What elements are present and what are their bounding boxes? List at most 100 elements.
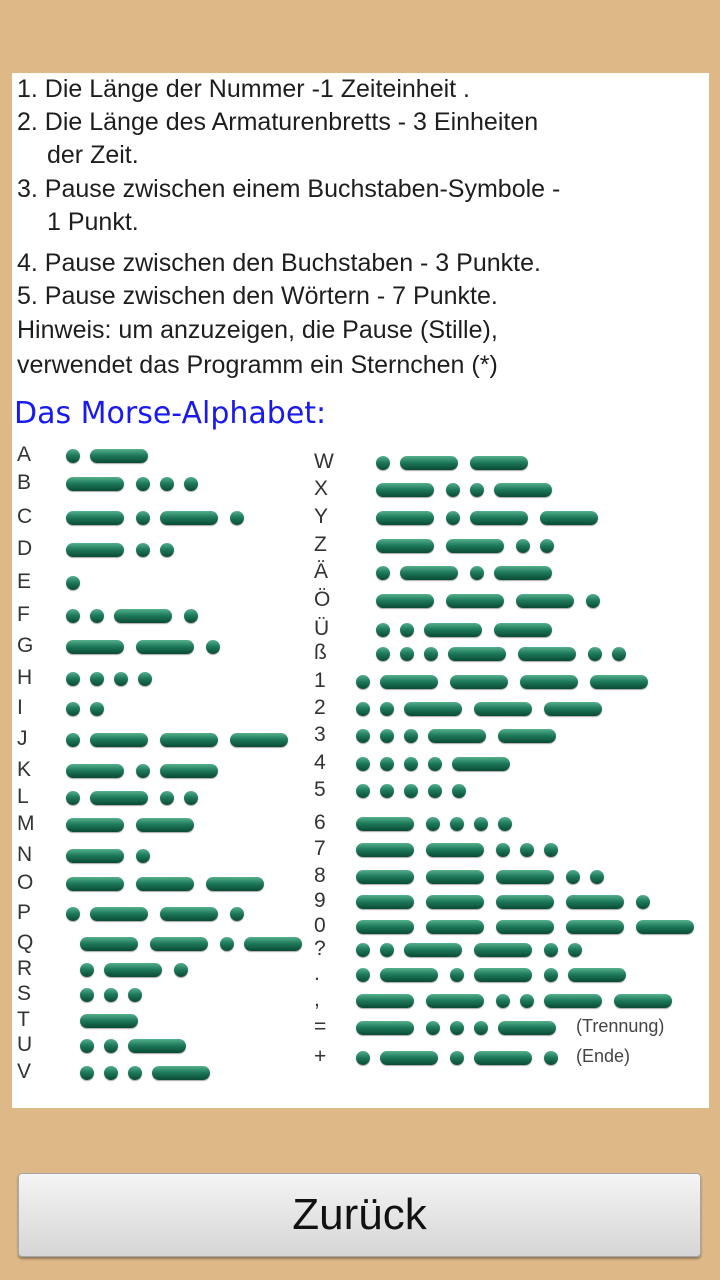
morse-dash	[446, 594, 504, 608]
morse-dot	[220, 937, 234, 951]
morse-dash	[516, 594, 574, 608]
morse-dot	[520, 843, 534, 857]
morse-char: H	[17, 666, 33, 689]
morse-char: 6	[314, 811, 326, 834]
morse-char: A	[17, 443, 32, 466]
morse-dash	[160, 733, 218, 747]
morse-dot	[452, 784, 466, 798]
morse-dash	[206, 877, 264, 891]
morse-dot	[496, 994, 510, 1008]
morse-dot	[450, 968, 464, 982]
morse-dot	[380, 757, 394, 771]
morse-dot	[184, 609, 198, 623]
morse-dot	[450, 1021, 464, 1035]
morse-dot	[544, 1051, 558, 1065]
morse-char: T	[17, 1008, 30, 1031]
morse-char: =	[314, 1015, 327, 1038]
morse-char: F	[17, 603, 30, 626]
morse-dash	[614, 994, 672, 1008]
morse-dash	[448, 647, 506, 661]
morse-dot	[470, 566, 484, 580]
morse-dot	[568, 943, 582, 957]
morse-char: 4	[314, 751, 326, 774]
morse-dash	[590, 675, 648, 689]
morse-dot	[80, 1066, 94, 1080]
morse-dot	[400, 623, 414, 637]
morse-dot	[446, 483, 460, 497]
morse-char: .	[314, 962, 320, 985]
morse-dash	[496, 920, 554, 934]
morse-dot	[66, 733, 80, 747]
morse-dot	[356, 784, 370, 798]
morse-dot	[376, 623, 390, 637]
morse-dash	[152, 1066, 210, 1080]
rule-line: Hinweis: um anzuzeigen, die Pause (Still…	[17, 316, 498, 344]
morse-dot	[428, 784, 442, 798]
morse-dot	[450, 817, 464, 831]
morse-dot	[66, 791, 80, 805]
morse-char: G	[17, 634, 34, 657]
morse-dot	[90, 609, 104, 623]
morse-char: E	[17, 570, 32, 593]
morse-note: (Trennung)	[576, 1016, 665, 1036]
morse-dash	[356, 870, 414, 884]
morse-dash	[90, 907, 148, 921]
morse-dash	[426, 994, 484, 1008]
rule-line: 2. Die Länge des Armaturenbretts - 3 Ein…	[17, 108, 539, 136]
morse-char: C	[17, 505, 33, 528]
morse-char: W	[314, 450, 334, 473]
morse-dot	[588, 647, 602, 661]
morse-dot	[544, 968, 558, 982]
morse-dot	[544, 843, 558, 857]
morse-dash	[494, 623, 552, 637]
morse-dash	[80, 1014, 138, 1028]
morse-dot	[380, 784, 394, 798]
morse-dot	[206, 640, 220, 654]
morse-dot	[114, 672, 128, 686]
morse-dot	[446, 511, 460, 525]
morse-dash	[494, 566, 552, 580]
back-button[interactable]: Zurück	[18, 1173, 701, 1257]
morse-dash	[380, 1051, 438, 1065]
morse-char: 0	[314, 914, 326, 937]
morse-dot	[376, 647, 390, 661]
morse-dash	[452, 757, 510, 771]
morse-dot	[474, 817, 488, 831]
morse-dot	[160, 543, 174, 557]
morse-dot	[104, 988, 118, 1002]
morse-dash	[90, 733, 148, 747]
morse-char: D	[17, 537, 33, 560]
morse-dash	[160, 764, 218, 778]
morse-char: L	[17, 785, 29, 808]
morse-dash	[498, 729, 556, 743]
rule-line: 1. Die Länge der Nummer -1 Zeiteinheit .	[17, 75, 470, 103]
morse-dot	[90, 702, 104, 716]
morse-dash	[66, 543, 124, 557]
morse-dot	[104, 1066, 118, 1080]
morse-dot	[356, 675, 370, 689]
morse-dot	[450, 1051, 464, 1065]
morse-dash	[380, 968, 438, 982]
morse-dot	[474, 1021, 488, 1035]
rule-text: 5. Pause zwischen den Wörtern - 7 Punkte…	[17, 280, 498, 313]
morse-char: I	[17, 696, 23, 719]
morse-dot	[424, 647, 438, 661]
morse-dash	[426, 870, 484, 884]
morse-dash	[380, 675, 438, 689]
morse-dot	[136, 543, 150, 557]
morse-dash	[566, 920, 624, 934]
morse-dash	[114, 609, 172, 623]
alphabet-title: Das Morse-Alphabet:	[14, 396, 327, 431]
morse-char: Ü	[314, 617, 330, 640]
morse-dash	[400, 456, 458, 470]
morse-char: ß	[314, 641, 327, 664]
morse-dot	[356, 1051, 370, 1065]
rule-text: 4. Pause zwischen den Buchstaben - 3 Pun…	[17, 247, 541, 280]
morse-dot	[356, 943, 370, 957]
morse-dash	[356, 1021, 414, 1035]
morse-dot	[174, 963, 188, 977]
morse-dot	[426, 817, 440, 831]
morse-char: U	[17, 1033, 33, 1056]
rule-text: verwendet das Programm ein Sternchen (*)	[17, 349, 498, 382]
morse-dash	[404, 702, 462, 716]
